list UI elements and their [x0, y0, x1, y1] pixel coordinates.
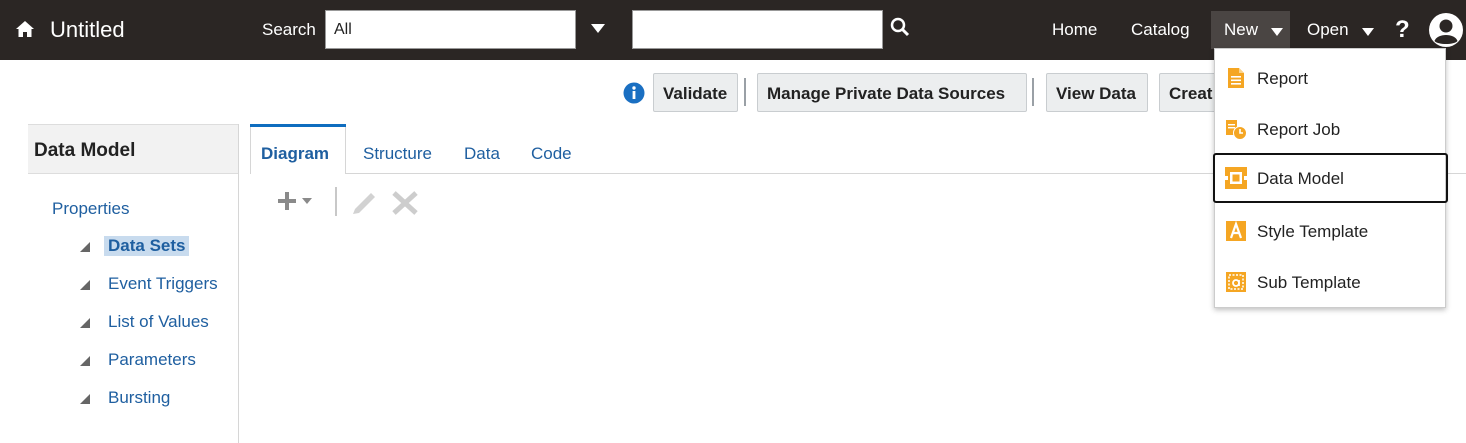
open-dropdown-arrow-icon[interactable]: [1362, 28, 1374, 36]
menu-item-report-job[interactable]: Report Job: [1215, 104, 1447, 154]
menu-item-label[interactable]: Report: [1257, 69, 1308, 89]
active-tab-indicator: [250, 124, 346, 127]
style-template-icon: [1226, 220, 1246, 241]
toolbar-separator: [335, 187, 337, 216]
tab-diagram[interactable]: Diagram: [261, 144, 329, 164]
menu-item-style-template[interactable]: Style Template: [1215, 206, 1447, 256]
validate-button[interactable]: Validate: [653, 73, 738, 112]
nav-home-link[interactable]: Home: [1052, 20, 1097, 40]
expand-triangle-icon[interactable]: [80, 280, 90, 290]
menu-item-label[interactable]: Report Job: [1257, 120, 1340, 140]
menu-item-data-model[interactable]: Data Model: [1213, 153, 1448, 203]
add-icon[interactable]: [278, 192, 312, 210]
menu-item-label[interactable]: Data Model: [1257, 169, 1344, 189]
app-title: Untitled: [50, 17, 125, 42]
search-label: Search: [262, 20, 316, 39]
data-model-icon: [1225, 167, 1247, 189]
data-model-panel: Data Model Properties Data Sets Event Tr…: [28, 124, 239, 443]
tree-item-label[interactable]: Bursting: [108, 388, 170, 408]
tree-item-label[interactable]: Data Sets: [104, 236, 190, 256]
nav-new-label[interactable]: New: [1224, 20, 1258, 40]
menu-item-sub-template[interactable]: Sub Template: [1215, 257, 1447, 307]
tab-structure[interactable]: Structure: [363, 144, 432, 164]
search-scope-select[interactable]: All: [325, 10, 576, 49]
nav-catalog-link[interactable]: Catalog: [1131, 20, 1190, 40]
edit-icon[interactable]: [353, 193, 375, 214]
nav-open-link[interactable]: Open: [1307, 20, 1349, 40]
tree-item-label[interactable]: Event Triggers: [108, 274, 218, 294]
expand-triangle-icon[interactable]: [80, 242, 90, 252]
expand-triangle-icon[interactable]: [80, 318, 90, 328]
search-icon[interactable]: [889, 16, 911, 38]
manage-private-data-sources-button[interactable]: Manage Private Data Sources: [757, 73, 1027, 112]
menu-item-label[interactable]: Sub Template: [1257, 273, 1361, 293]
expand-triangle-icon[interactable]: [80, 356, 90, 366]
report-icon: [1228, 68, 1244, 88]
tab-code[interactable]: Code: [531, 144, 572, 164]
toolbar-separator: [1032, 78, 1034, 106]
expand-triangle-icon[interactable]: [80, 394, 90, 404]
new-dropdown-arrow-icon[interactable]: [1271, 28, 1283, 36]
tab-data[interactable]: Data: [464, 144, 500, 164]
user-avatar-icon[interactable]: [1428, 12, 1464, 48]
properties-link[interactable]: Properties: [52, 199, 129, 219]
delete-icon[interactable]: [392, 191, 418, 215]
tree-item-label[interactable]: List of Values: [108, 312, 209, 332]
search-input[interactable]: [632, 10, 883, 49]
new-dropdown-menu: Report Report Job Data Model Style Templ…: [1213, 48, 1448, 308]
chevron-down-icon[interactable]: [590, 22, 606, 34]
help-icon[interactable]: ?: [1395, 16, 1410, 44]
create-button[interactable]: Creat: [1159, 73, 1219, 112]
sub-template-icon: [1226, 272, 1246, 292]
panel-title: Data Model: [34, 140, 136, 161]
menu-item-label[interactable]: Style Template: [1257, 222, 1368, 242]
view-data-button[interactable]: View Data: [1046, 73, 1148, 112]
toolbar-separator: [744, 78, 746, 106]
info-icon[interactable]: [623, 82, 645, 104]
panel-header: Data Model: [28, 124, 238, 174]
home-icon[interactable]: [14, 18, 36, 40]
report-job-icon: [1226, 120, 1247, 140]
menu-item-report[interactable]: Report: [1215, 53, 1447, 103]
diagram-toolbar: [278, 187, 418, 216]
tree-item-label[interactable]: Parameters: [108, 350, 196, 370]
